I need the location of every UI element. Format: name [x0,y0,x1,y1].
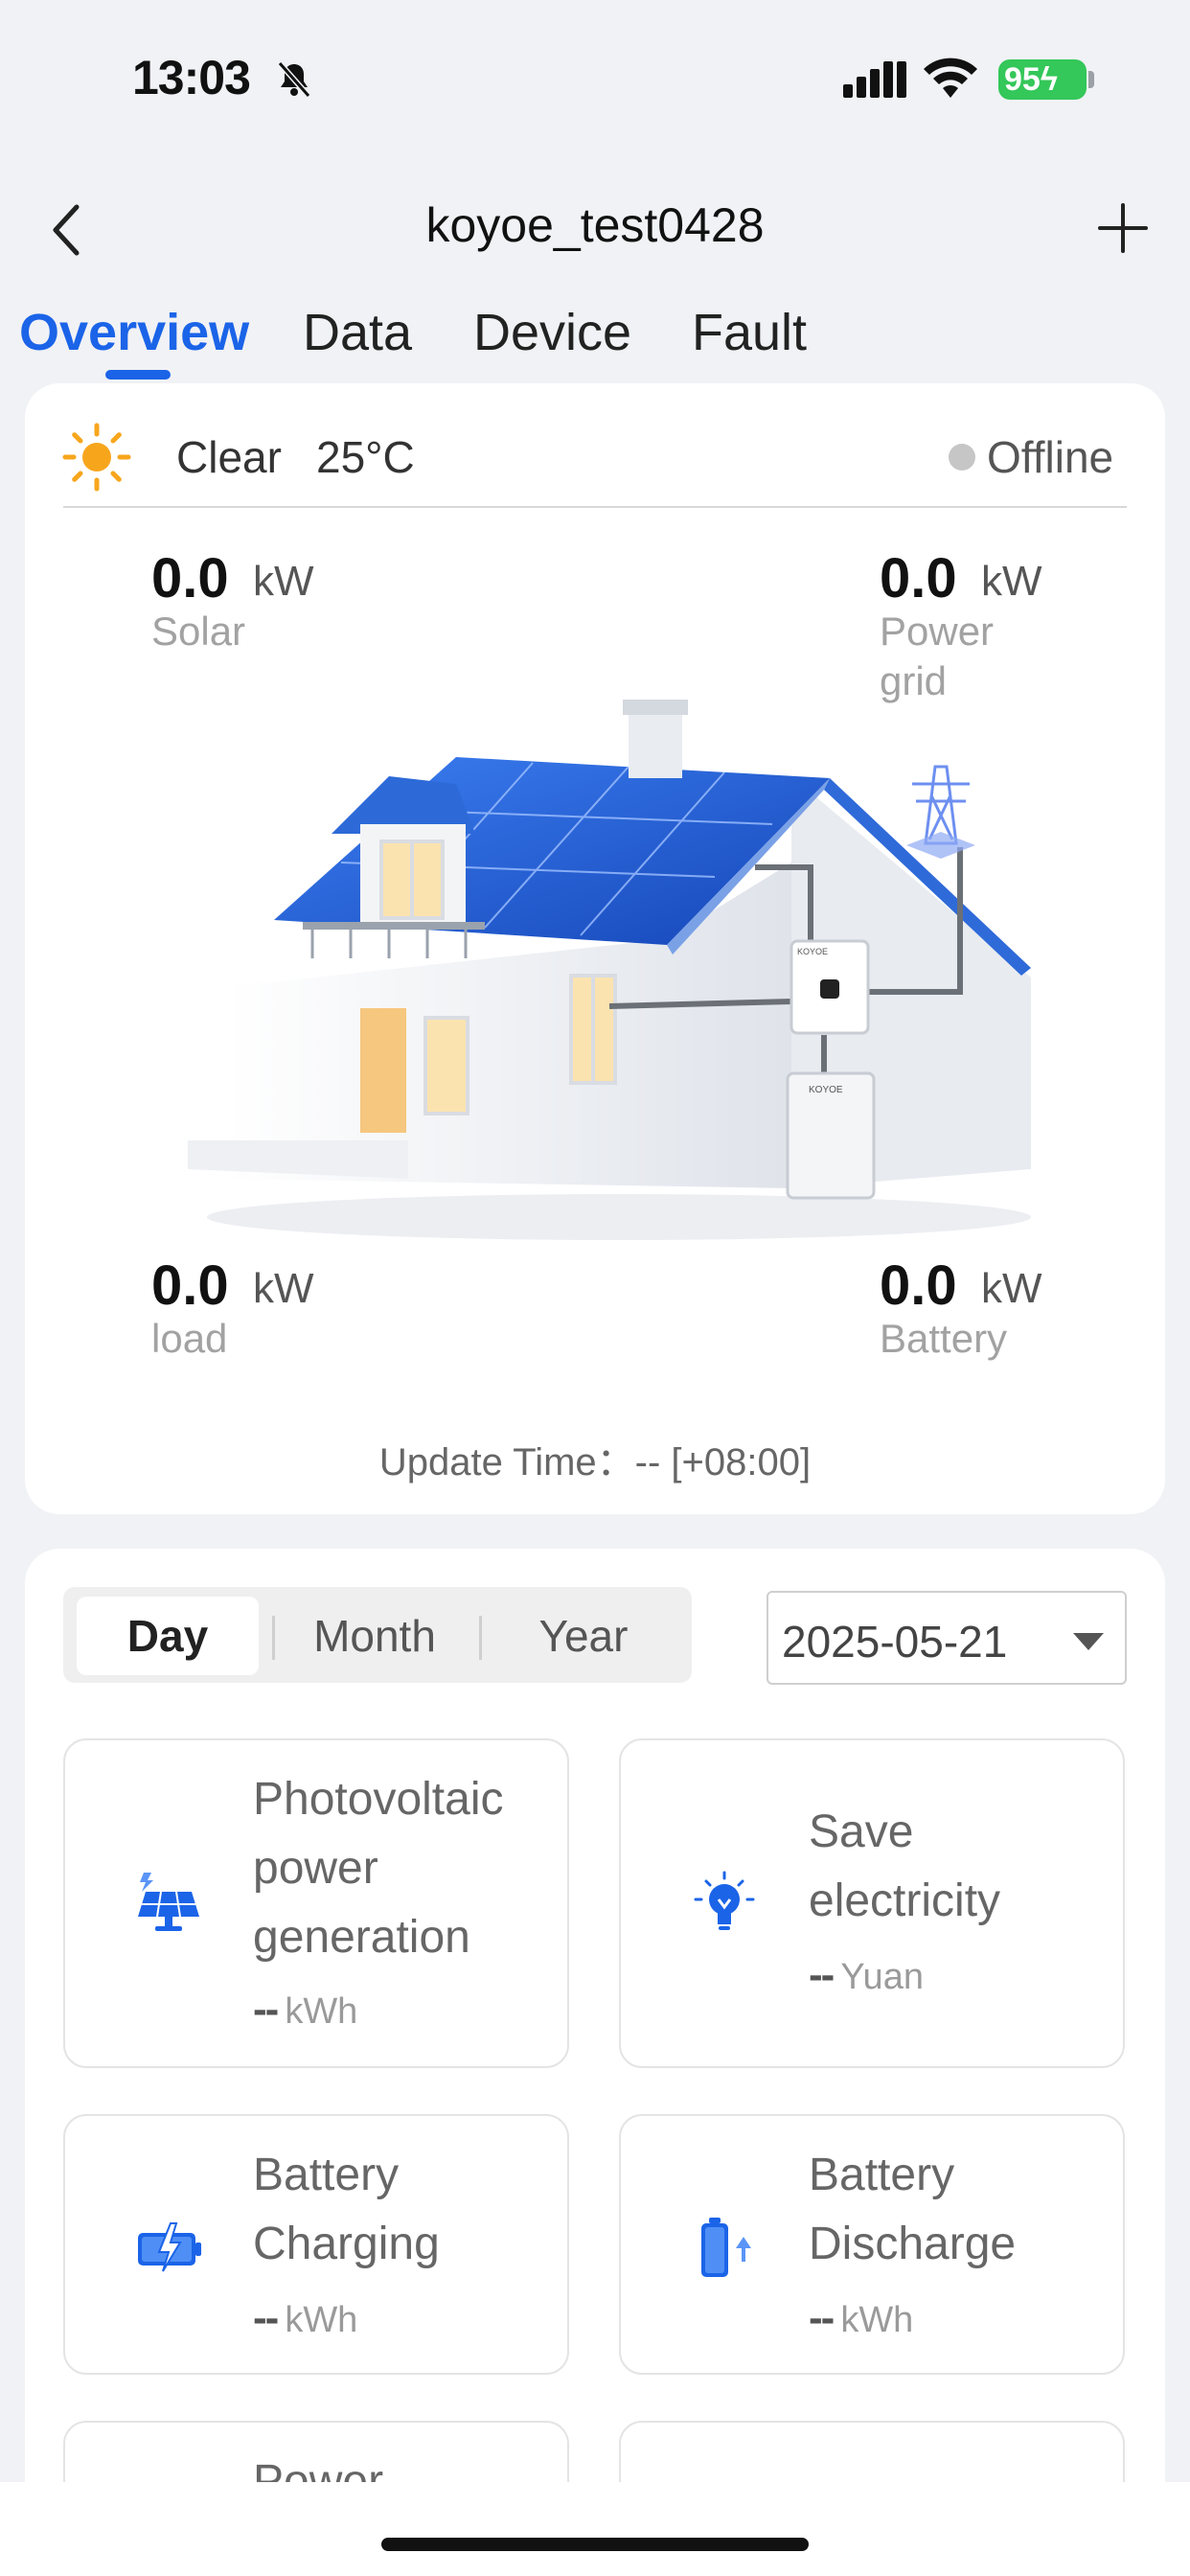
save-electricity-tile[interactable]: Save electricity -- Yuan [619,1738,1125,2068]
load-value: 0.0 [151,1254,229,1317]
weather-condition: Clear [176,432,282,482]
inverter-brand: KOYOE [797,947,828,956]
grid-value: 0.0 [880,547,957,610]
home-indicator[interactable] [381,2538,809,2551]
tile-title-line: power [253,1843,378,1894]
battery-indicator: 95ϟ [998,59,1087,100]
tile-value: -- [253,2294,279,2341]
status-dot [949,444,975,471]
lightbulb-icon [694,1871,755,1930]
tile-title-line: Battery [809,2150,955,2200]
solar-label: Solar [151,609,246,654]
battery-charging-icon [138,2222,201,2272]
tile-title-line: Discharge [809,2219,1017,2269]
segment-separator [272,1616,275,1660]
status-bar: 13:03 95ϟ [0,0,1190,163]
stats-card: Day Month Year 2025-05-21 Photovoltaic p… [25,1549,1165,2576]
status-badge: Offline [987,432,1114,482]
tile-value: -- [253,1986,279,2033]
tile-title-line: Battery [253,2150,400,2200]
date-picker[interactable]: 2025-05-21 [767,1591,1127,1685]
tab-fault[interactable]: Fault [692,303,807,362]
date-value: 2025-05-21 [782,1617,1008,1667]
tile-value-row: -- kWh [253,2294,357,2342]
tile-title-line: Save [809,1806,914,1857]
tab-active-indicator [105,370,171,380]
home-indicator-area [0,2482,1190,2576]
tile-title-line: generation [253,1912,470,1963]
nav-bar: koyoe_test0428 [0,163,1190,288]
tab-device[interactable]: Device [473,303,631,362]
grid-unit: kW [981,558,1042,605]
tab-data[interactable]: Data [303,303,412,362]
grid-label-line1: Power [880,609,995,654]
tile-unit: kWh [285,1991,358,2032]
solar-panel-icon [138,1873,199,1931]
tile-unit: kWh [285,2300,358,2340]
battery-value: 0.0 [880,1254,957,1317]
tab-overview[interactable]: Overview [19,303,249,362]
load-unit: kW [253,1265,314,1312]
tab-bar: Overview Data Device Fault [0,288,1190,383]
cellular-signal-icon [843,61,906,98]
period-year[interactable]: Year [492,1597,675,1675]
tile-unit: kWh [840,2300,914,2340]
sun-icon [62,423,131,492]
battery-brand: KOYOE [809,1085,843,1095]
tile-unit: Yuan [840,1957,924,1997]
period-month[interactable]: Month [284,1597,466,1675]
battery-charging-tile[interactable]: Battery Charging -- kWh [63,2114,569,2375]
weather-temperature: 25°C [316,432,415,482]
segment-separator [479,1616,482,1660]
overview-card: Clear 25°C Offline 0.0 kW Solar 0.0 kW P… [25,383,1165,1514]
battery-level: 95 [1004,61,1041,98]
battery-discharge-tile[interactable]: Battery Discharge -- kWh [619,2114,1125,2375]
battery-unit: kW [981,1265,1042,1312]
tile-value-row: -- kWh [253,1986,357,2034]
tile-value: -- [809,1951,835,1998]
solar-value: 0.0 [151,547,229,610]
bell-muted-icon [277,61,311,98]
solar-unit: kW [253,558,314,605]
add-icon[interactable] [1094,199,1152,257]
chevron-down-icon [1073,1633,1104,1650]
tile-title-line: Charging [253,2219,440,2269]
bolt-icon: ϟ [1040,61,1058,98]
period-segmented-control: Day Month Year [63,1587,692,1683]
tile-value-row: -- kWh [809,2294,913,2342]
wifi-icon [924,58,977,98]
page-title: koyoe_test0428 [425,198,765,252]
status-time: 13:03 [132,51,251,104]
period-day[interactable]: Day [77,1597,259,1675]
pv-generation-tile[interactable]: Photovoltaic power generation -- kWh [63,1738,569,2068]
update-time: Update Time：-- [+08:00] [378,1441,812,1484]
battery-label: Battery [880,1316,1008,1361]
tile-title-line: Photovoltaic [253,1774,504,1825]
divider [63,506,1127,508]
battery-cap [1088,71,1094,88]
load-label: load [151,1316,228,1361]
house-energy-illustration: KOYOE KOYOE [188,700,1031,1240]
battery-discharge-icon [701,2218,751,2277]
tile-value: -- [809,2294,835,2341]
tile-value-row: -- Yuan [809,1951,924,1999]
tile-title-line: electricity [809,1875,1001,1926]
